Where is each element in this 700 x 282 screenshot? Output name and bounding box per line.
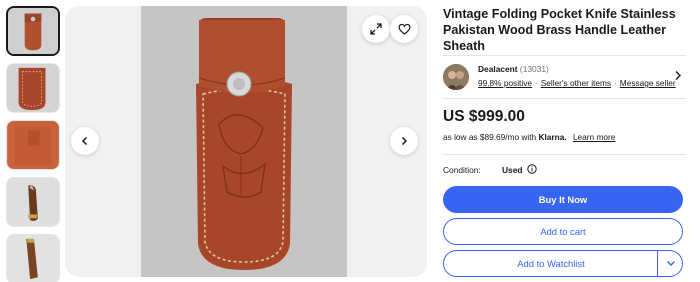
divider (443, 55, 686, 56)
avatar-image (443, 64, 469, 90)
klarna-logo: Klarna. (538, 132, 567, 142)
divider (443, 154, 686, 155)
listing-title: Vintage Folding Pocket Knife Stainless P… (443, 7, 676, 53)
main-image-gallery (65, 6, 427, 277)
seller-name-text[interactable]: Dealacent (478, 64, 518, 74)
thumbnail-knife-closed[interactable] (6, 177, 60, 227)
leather-sheath-image (141, 6, 347, 277)
seller-name[interactable]: Dealacent (13031) (478, 64, 549, 74)
seller-other-items-link[interactable]: Seller's other items (541, 78, 611, 88)
thumbnail-knife-handle[interactable] (6, 234, 60, 282)
condition-value: Used (502, 165, 523, 175)
separator-dot: · (534, 78, 538, 88)
heart-icon (397, 23, 411, 35)
divider (443, 98, 686, 99)
thumbnail-sheath-back[interactable] (6, 120, 60, 170)
seller-feedback-count: (13031) (519, 64, 549, 74)
learn-more-link[interactable]: Learn more (573, 132, 615, 142)
sheath-closeup-image (7, 64, 59, 112)
listing-info: Vintage Folding Pocket Knife Stainless P… (443, 6, 686, 54)
separator-dot: · (614, 78, 617, 88)
message-seller-link[interactable]: Message seller (620, 78, 676, 88)
knife-handle-image (7, 235, 59, 282)
financing-text: as low as $89.69/mo with (443, 132, 537, 142)
thumbnail-sheath-front[interactable] (6, 6, 60, 56)
split-divider (657, 251, 658, 276)
condition-label: Condition: (443, 165, 481, 175)
knife-closed-image (7, 178, 59, 226)
next-image-button[interactable] (390, 127, 418, 155)
buy-it-now-button[interactable]: Buy It Now (443, 186, 683, 213)
previous-image-button[interactable] (71, 127, 99, 155)
financing-info: as low as $89.69/mo with Klarna. Learn m… (443, 132, 615, 142)
seller-avatar[interactable] (443, 64, 469, 90)
main-product-photo[interactable] (141, 6, 347, 277)
thumbnail-sheath-closeup[interactable] (6, 63, 60, 113)
favorite-button[interactable] (390, 15, 418, 43)
seller-card[interactable]: Dealacent (13031) 99.8% positive · Seller'… (443, 62, 686, 92)
seller-positive-link[interactable]: 99.8% positive (478, 78, 532, 88)
expand-button[interactable] (362, 15, 390, 43)
chevron-down-icon[interactable] (666, 259, 676, 268)
expand-icon (370, 23, 382, 35)
add-to-watchlist-button[interactable]: Add to Watchlist (443, 250, 683, 277)
add-to-cart-button[interactable]: Add to cart (443, 218, 683, 245)
chevron-left-icon (81, 136, 88, 146)
info-icon[interactable] (527, 164, 537, 174)
chevron-right-icon (401, 136, 408, 146)
add-to-watchlist-label[interactable]: Add to Watchlist (517, 258, 584, 269)
seller-links: 99.8% positive · Seller's other items · Mess… (478, 78, 676, 88)
sheath-back-image (7, 121, 59, 169)
price: US $999.00 (443, 108, 525, 125)
sheath-front-image (8, 8, 58, 54)
chevron-right-icon[interactable] (674, 70, 682, 81)
